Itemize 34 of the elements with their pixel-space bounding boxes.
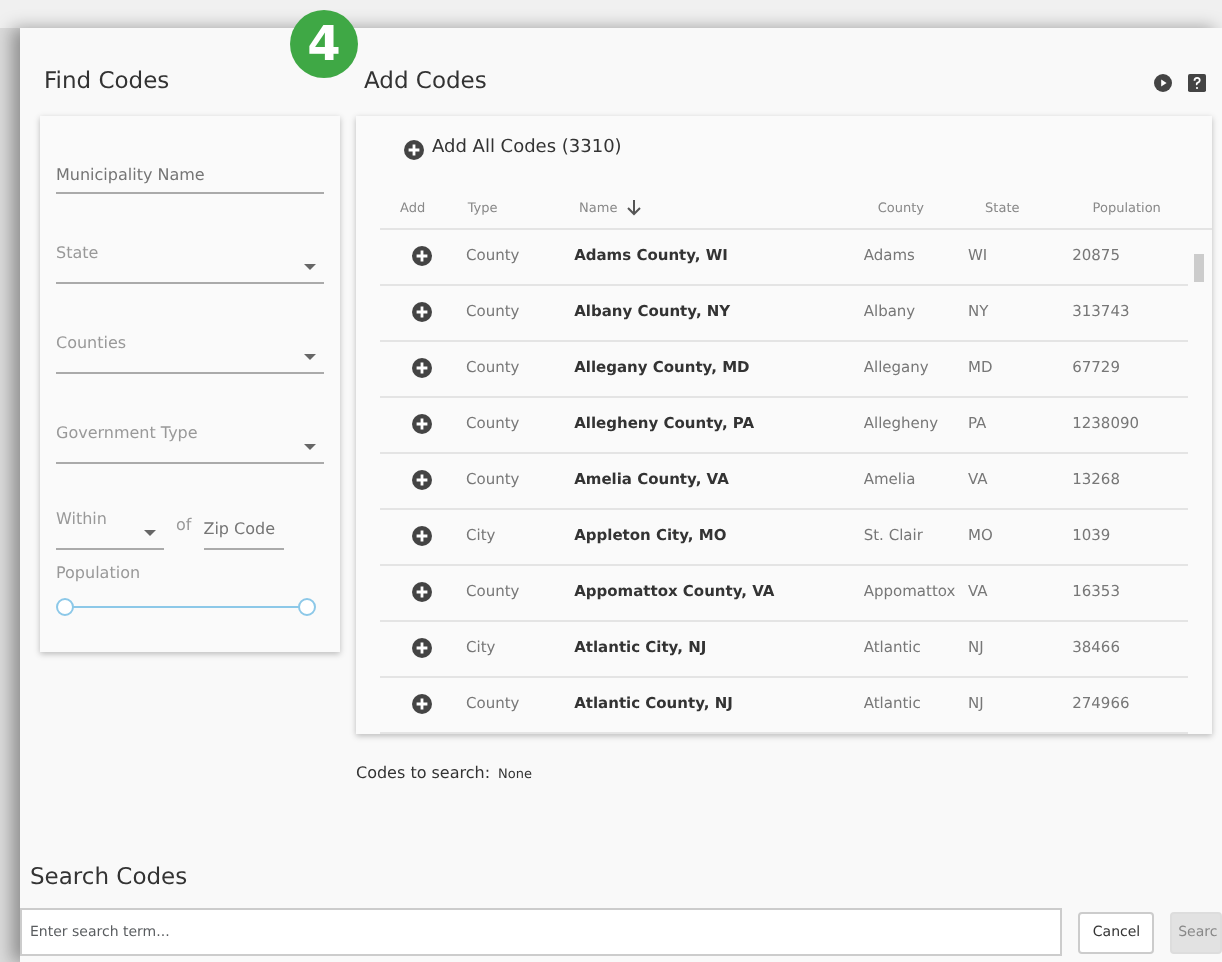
zip-code-field[interactable]: Zip Code [203,510,284,550]
add-row-icon[interactable] [412,302,432,323]
add-icon[interactable] [404,139,424,160]
help-icon[interactable] [1188,73,1206,91]
slider-thumb[interactable] [56,598,74,616]
add-row-icon[interactable] [412,470,432,491]
add-all-button[interactable]: Add All Codes (3310) [404,136,622,163]
select-field[interactable]: State [56,234,324,284]
select-field[interactable]: Within [56,500,164,550]
add-row-icon[interactable] [412,526,432,547]
joiner-text: of [176,514,192,538]
population-slider[interactable] [56,598,316,618]
add-row-icon[interactable] [412,582,432,603]
select-field[interactable]: Government Type [56,414,324,464]
text-field[interactable]: Municipality Name [56,144,324,194]
slider-label: Population [56,562,143,586]
add-row-icon[interactable] [412,414,432,435]
add-row-icon[interactable] [412,694,432,715]
select-field[interactable]: Counties [56,324,324,374]
caret-icon [144,530,156,536]
caret-icon [304,354,316,360]
section-title: Search Codes [28,860,190,894]
add-row-icon[interactable] [412,638,432,659]
scroll-thumb[interactable] [1194,253,1204,281]
sort-arrow-icon [625,199,642,215]
add-row-icon[interactable] [412,358,432,379]
panel-title: Add Codes [364,64,489,99]
panel-title: Find Codes [42,64,172,99]
slider-thumb[interactable] [298,598,316,616]
add-row-icon[interactable] [412,246,432,267]
caret-icon [304,444,316,450]
codes-label: Codes to search: [356,761,491,785]
caret-icon [304,264,316,270]
play-icon[interactable] [1154,73,1172,91]
